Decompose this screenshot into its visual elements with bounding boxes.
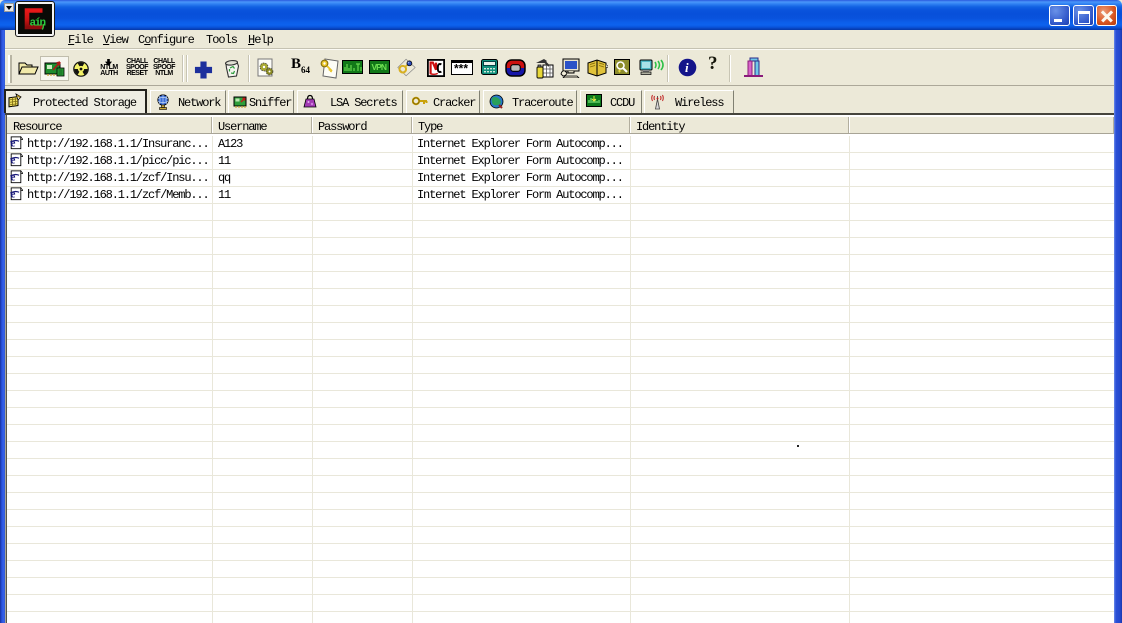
svg-text:VPN: VPN [372, 62, 387, 72]
svg-text:e: e [10, 138, 15, 150]
svg-text:e: e [10, 155, 15, 167]
svg-text:***: *** [454, 62, 468, 76]
svg-text:e: e [10, 172, 15, 184]
svg-text:e: e [10, 189, 15, 201]
svg-text:i: i [685, 60, 689, 75]
